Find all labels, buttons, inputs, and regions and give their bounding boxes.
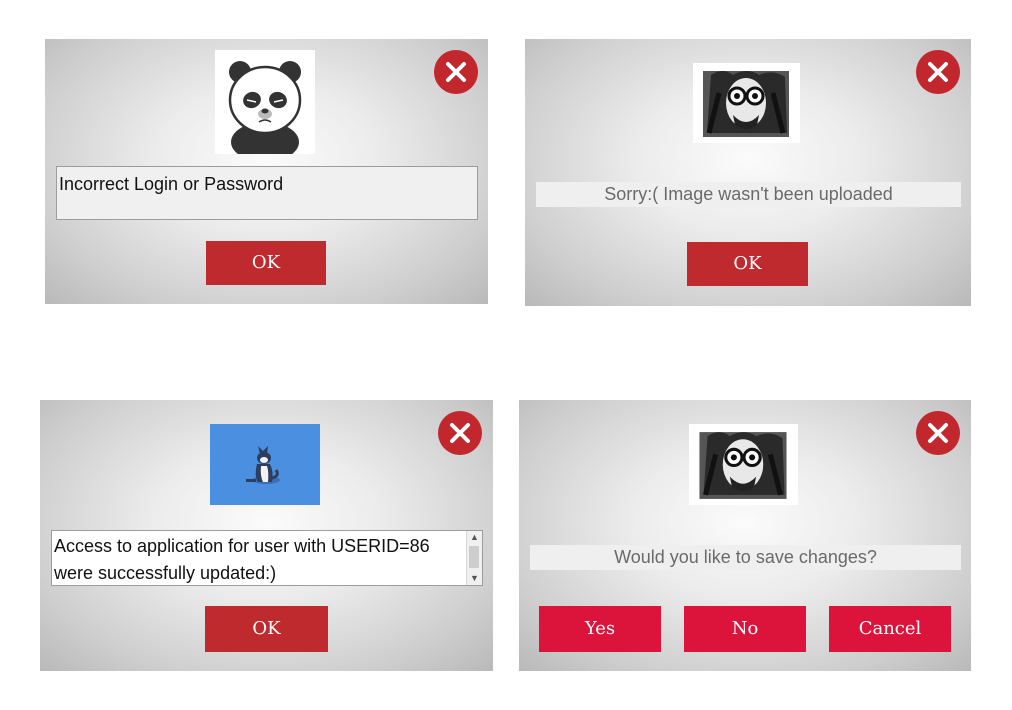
message-text: Would you like to save changes? xyxy=(530,545,961,570)
ok-button[interactable]: OK xyxy=(206,241,326,285)
error-dialog-upload: Sorry:( Image wasn't been uploaded OK xyxy=(525,39,971,306)
yes-button[interactable]: Yes xyxy=(539,606,661,652)
message-textarea[interactable]: Access to application for user with USER… xyxy=(51,530,483,586)
chevron-up-icon[interactable]: ▲ xyxy=(467,531,482,544)
no-button[interactable]: No xyxy=(684,606,806,652)
close-x-icon xyxy=(446,62,466,82)
close-x-icon xyxy=(928,423,948,443)
message-text: Incorrect Login or Password xyxy=(59,174,284,194)
binocular-man-image xyxy=(689,424,798,505)
message-line-2: were successfully updated:) xyxy=(54,563,277,583)
ok-button[interactable]: OK xyxy=(687,242,808,286)
vertical-scrollbar[interactable]: ▲ ▼ xyxy=(466,531,482,585)
sad-panda-image xyxy=(215,50,315,154)
ok-button[interactable]: OK xyxy=(205,606,328,652)
close-button[interactable] xyxy=(916,411,960,455)
close-button[interactable] xyxy=(434,50,478,94)
error-dialog-login: Incorrect Login or Password OK xyxy=(45,39,488,304)
husky-dog-image xyxy=(210,424,320,505)
close-button[interactable] xyxy=(916,50,960,94)
confirm-dialog-save: Would you like to save changes? Yes No C… xyxy=(519,400,971,671)
chevron-down-icon[interactable]: ▼ xyxy=(467,572,482,585)
info-dialog-access-updated: Access to application for user with USER… xyxy=(40,400,493,671)
message-line-1: Access to application for user with USER… xyxy=(54,536,430,556)
binocular-man-image xyxy=(693,63,800,143)
message-textbox[interactable]: Incorrect Login or Password xyxy=(56,166,478,220)
message-text: Sorry:( Image wasn't been uploaded xyxy=(536,182,961,207)
scroll-thumb[interactable] xyxy=(469,546,479,568)
close-x-icon xyxy=(450,423,470,443)
cancel-button[interactable]: Cancel xyxy=(829,606,951,652)
close-x-icon xyxy=(928,62,948,82)
close-button[interactable] xyxy=(438,411,482,455)
